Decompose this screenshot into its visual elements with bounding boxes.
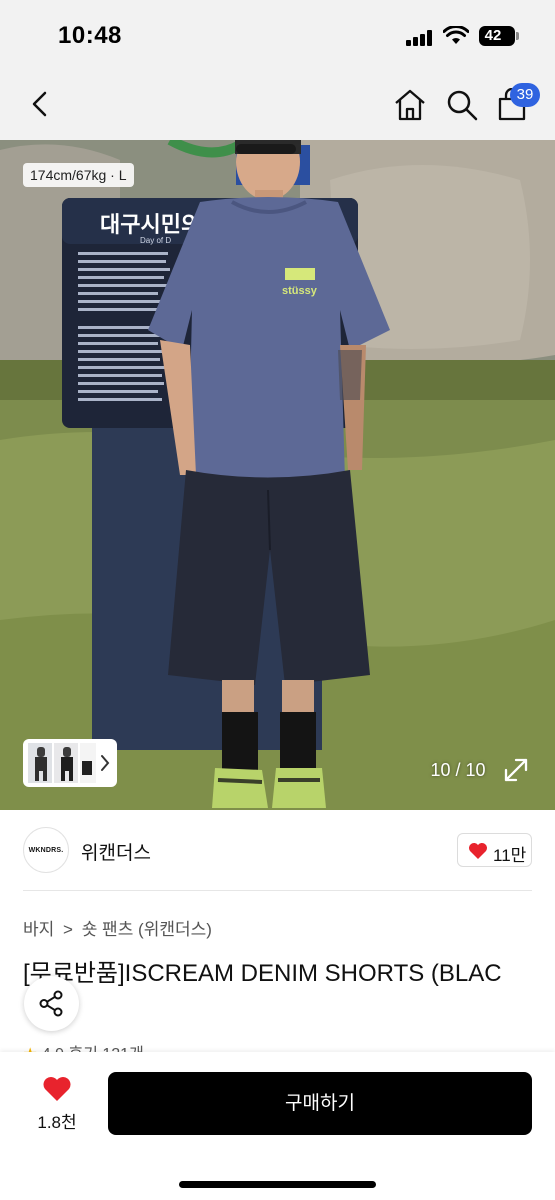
shop-like-count: 11만: [493, 846, 527, 865]
breadcrumb: 바지 > 숏 팬츠 (위캔더스): [23, 915, 212, 940]
sign-title: 대구시민의: [100, 212, 201, 237]
breadcrumb-category[interactable]: 바지: [23, 915, 54, 940]
share-button[interactable]: [24, 976, 79, 1031]
heart-icon: [469, 843, 487, 859]
battery-cap: [516, 32, 519, 40]
status-time: 10:48: [58, 22, 122, 49]
shop-logo[interactable]: WKNDRS.: [23, 827, 69, 873]
wifi-icon: [443, 26, 469, 44]
home-icon[interactable]: [393, 88, 427, 122]
product-title: [무료반품]ISCREAM DENIM SHORTS (BLAC: [23, 960, 502, 987]
breadcrumb-subcategory[interactable]: 숏 팬츠 (위캔더스): [82, 915, 212, 940]
cart-count-badge: 39: [510, 83, 540, 107]
search-icon[interactable]: [445, 88, 479, 122]
shop-name[interactable]: 위캔더스: [81, 838, 151, 865]
chevron-right-icon: [101, 755, 110, 771]
divider: [23, 890, 532, 891]
wishlist-count: 1.8천: [37, 1113, 77, 1132]
buy-button[interactable]: 구매하기: [108, 1072, 532, 1135]
battery-icon: 42: [479, 26, 515, 46]
cellular-signal-icon: [406, 30, 432, 46]
home-indicator: [179, 1181, 376, 1188]
svg-text:stüssy: stüssy: [282, 285, 318, 297]
breadcrumb-separator: >: [63, 920, 73, 939]
shop-like-button[interactable]: 11만: [457, 833, 532, 867]
heart-icon: [43, 1077, 71, 1101]
status-bar: 10:48 42: [0, 0, 555, 72]
product-photo: 대구시민의 Day of D stüssy: [0, 140, 555, 810]
thumbnail-strip[interactable]: [23, 739, 117, 787]
image-counter: 10 / 10: [430, 760, 486, 780]
model-size-chip: 174cm/67kg · L: [23, 163, 134, 187]
battery-level: 42: [484, 27, 502, 44]
sign-subtitle: Day of D: [140, 236, 171, 245]
share-icon: [39, 990, 63, 1017]
expand-icon[interactable]: [498, 752, 534, 788]
product-image[interactable]: 대구시민의 Day of D stüssy: [0, 140, 555, 810]
back-icon[interactable]: [28, 90, 52, 118]
